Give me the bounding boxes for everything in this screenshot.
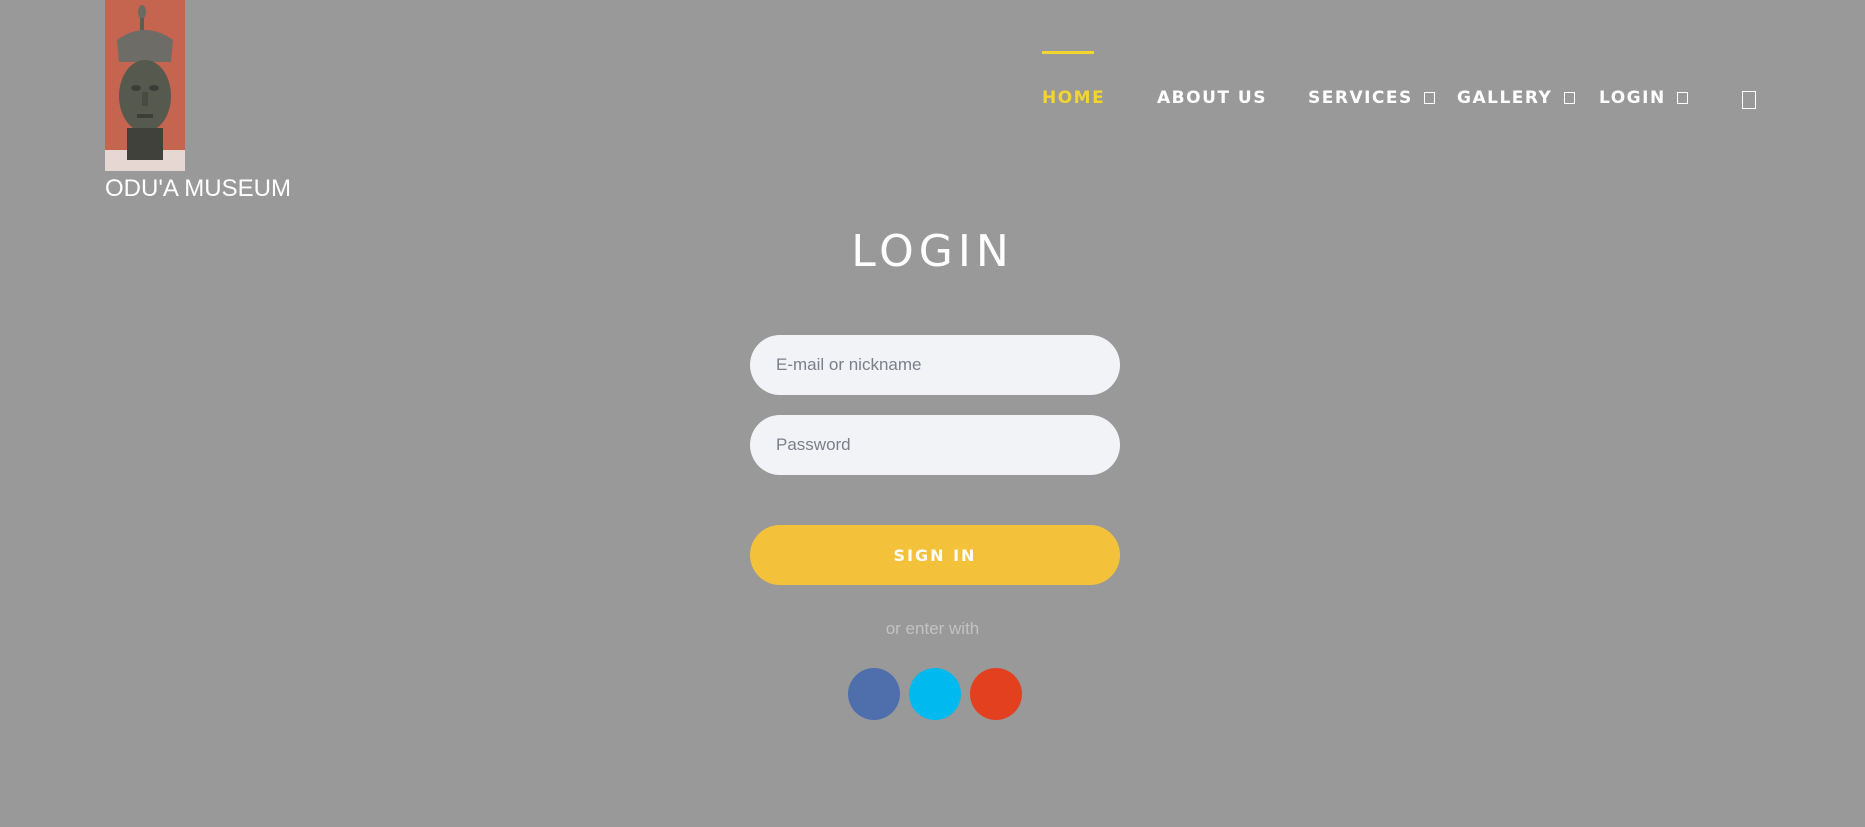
- login-title: LOGIN: [851, 226, 1014, 277]
- nav-item-label: GALLERY: [1457, 88, 1553, 108]
- sign-in-button[interactable]: SIGN IN: [750, 525, 1120, 585]
- nav-item-label: ABOUT US: [1157, 88, 1267, 108]
- dropdown-icon: [1563, 92, 1575, 104]
- page: ODU'A MUSEUM HOME ABOUT US SERVICES GALL…: [0, 0, 1865, 827]
- dropdown-icon: [1677, 92, 1689, 104]
- nav-item-login[interactable]: LOGIN: [1599, 88, 1689, 108]
- nav-item-label: SERVICES: [1308, 88, 1413, 108]
- nav-item-services[interactable]: SERVICES: [1308, 88, 1436, 108]
- nav-item-label: LOGIN: [1599, 88, 1666, 108]
- password-field[interactable]: [750, 415, 1120, 475]
- nav-item-gallery[interactable]: GALLERY: [1457, 88, 1575, 108]
- bronze-head-sculpture-image: [105, 0, 185, 171]
- brand-name: ODU'A MUSEUM: [105, 175, 291, 202]
- facebook-icon[interactable]: [848, 668, 900, 720]
- twitter-icon[interactable]: [909, 668, 961, 720]
- google-plus-icon[interactable]: [970, 668, 1022, 720]
- brand[interactable]: ODU'A MUSEUM: [105, 0, 305, 203]
- or-enter-with-text: or enter with: [885, 619, 980, 638]
- dropdown-icon: [1424, 92, 1436, 104]
- nav-item-label: HOME: [1042, 88, 1106, 108]
- email-field[interactable]: [750, 335, 1120, 395]
- nav-item-about-us[interactable]: ABOUT US: [1157, 88, 1267, 108]
- nav-item-home[interactable]: HOME: [1042, 88, 1105, 108]
- cart-icon[interactable]: [1742, 91, 1756, 109]
- active-nav-indicator: [1042, 51, 1094, 54]
